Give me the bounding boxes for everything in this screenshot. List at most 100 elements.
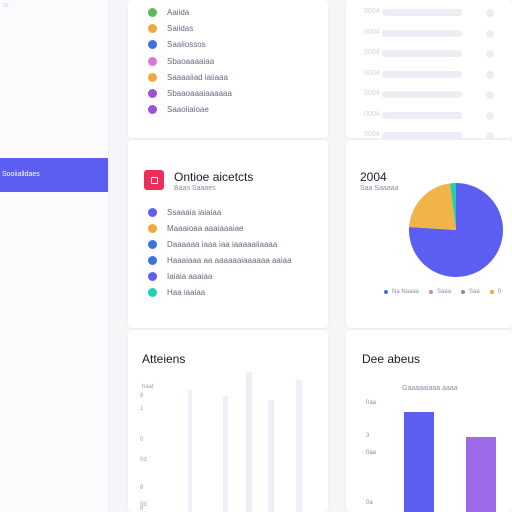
legend-label: Saaaaiiad iaiiaaa <box>167 72 228 82</box>
top-legend-item: Sbaoaaaaiaa <box>148 53 232 69</box>
bar-chart-card: Dee abeus Gaaaaaiaaa aaaa 0aa 3 0aa 0a <box>346 330 512 512</box>
legend-label: Ssaaaia iaiaiaa <box>167 207 222 217</box>
activity-tick: 8 <box>140 506 144 512</box>
ghost-bar <box>223 396 228 512</box>
category-card-subtitle: Baas Saaaes <box>174 185 216 192</box>
legend-dot <box>148 223 157 233</box>
legend-label: Haaaiaaa aa aaaaaaiaaaaaa aaiaa <box>167 255 292 265</box>
legend-dot <box>148 40 157 50</box>
legend-label: Haa iaaiaa <box>167 287 206 297</box>
mid-legend-item: Maaaioaa aaaiaaaiae <box>148 220 292 236</box>
faded-row-dot <box>486 132 494 140</box>
faded-row-bar <box>382 70 462 78</box>
activity-card-title: Atteiens <box>142 352 186 366</box>
pie-legend-dot <box>489 290 494 294</box>
faded-row-number: 0004 <box>364 110 380 118</box>
faded-row-number: 0004 <box>364 90 380 97</box>
pie-legend-label: Na Naaaa <box>392 289 420 295</box>
pie-slice <box>409 183 456 230</box>
faded-row-bar <box>382 91 462 98</box>
legend-label: Aaiida <box>167 7 190 17</box>
top-legend-item: Aaiida <box>148 4 232 20</box>
pie-legend-item: Na Naaaa <box>384 289 419 295</box>
faded-row-dot <box>486 9 494 17</box>
pie-chart <box>409 183 503 277</box>
legend-dot <box>148 72 157 82</box>
legend-dot <box>148 23 157 33</box>
legend-dot <box>148 105 157 115</box>
pie-legend-dot <box>429 290 434 294</box>
legend-label: Saaiiossos <box>167 40 206 50</box>
activity-tick: 8 <box>140 393 144 399</box>
bar <box>404 412 434 512</box>
top-legend-item: Saaaaiiad iaiiaaa <box>148 69 232 85</box>
faded-row-dot <box>486 50 494 58</box>
ghost-bar <box>296 380 302 512</box>
pie-legend-dot <box>461 290 466 294</box>
pie-legend: Na Naaaa Saaa Saa 0 <box>384 289 501 295</box>
legend-list-mid: Ssaaaia iaiaiaa Maaaioaa aaaiaaaiae Daaaaa… <box>148 204 292 300</box>
legend-dot <box>148 89 157 99</box>
ghost-bar <box>188 390 192 512</box>
mid-legend-item: Daaaaaa iaaa iaa iaaaaaiiaaaa <box>148 236 292 252</box>
pie-legend-item: 0 <box>489 289 502 295</box>
sidebar: ☺ Sooiialldaes <box>0 0 109 512</box>
legend-dot <box>148 287 157 297</box>
top-legend-item: Saiidas <box>148 20 232 36</box>
pie-legend-item: Saaa <box>429 289 451 295</box>
top-legend-item: Saaiiossos <box>148 37 232 53</box>
faded-row-bar <box>382 9 462 16</box>
legend-dot <box>148 271 157 281</box>
mid-legend-item: Haa iaaiaa <box>148 284 292 300</box>
bar-chart <box>404 412 496 512</box>
faded-row-number: 0004 <box>364 28 380 36</box>
activity-tick: 0d <box>140 457 147 463</box>
faded-row-dot <box>486 29 494 38</box>
activity-tick: 0 <box>140 437 144 443</box>
ghost-bar <box>268 400 274 512</box>
legend-dot <box>148 207 157 217</box>
pie-legend-label: Saa <box>469 289 480 295</box>
mid-legend-item: Ssaaaia iaiaiaa <box>148 204 292 220</box>
legend-label: Iaiaia aaaiaa <box>167 271 213 281</box>
pie-legend-dot <box>384 290 388 294</box>
pie-chart-card: 2004 Saa Saaaaa Na Naaaa Saaa Saa 0 <box>346 140 512 328</box>
legend-card-top: Aaiida Saiidas Saaiiossos Sbaoaaaaiaa Saaaai… <box>128 0 328 138</box>
ghost-bar <box>246 372 252 512</box>
activity-card: Atteiens baat 8 1 0 0d 8 0d 8 <box>128 330 328 512</box>
faded-row-number: 0004 <box>364 69 380 77</box>
mid-legend-item: Haaaiaaa aa aaaaaaiaaaaaa aaiaa <box>148 252 292 268</box>
pie-legend-item: Saa <box>461 289 480 295</box>
legend-label: Maaaioaa aaaiaaaiae <box>167 223 244 233</box>
legend-label: Saiidas <box>167 23 194 33</box>
faded-row-bar <box>382 29 462 37</box>
faded-row-number: 0004 <box>364 131 380 138</box>
legend-list-top: Aaiida Saiidas Saaiiossos Sbaoaaaaiaa Saaaai… <box>148 4 232 118</box>
legend-dot <box>148 239 157 249</box>
faded-list-card: 0004 0004 0004 0004 0004 0004 0004 <box>346 0 512 140</box>
mid-legend-item: Iaiaia aaaiaa <box>148 268 292 284</box>
faded-row-number: 0004 <box>364 49 380 56</box>
category-card: Ontioe aicetcts Baas Saaaes Ssaaaia iaia… <box>128 140 328 328</box>
faded-row-dot <box>486 111 494 120</box>
top-legend-item: Sbaaoaaaiaaaaaa <box>148 85 232 101</box>
faded-row-bar <box>382 132 462 139</box>
bar <box>466 437 496 512</box>
legend-label: Daaaaaa iaaa iaa iaaaaaiiaaaa <box>167 239 278 249</box>
legend-dot <box>148 7 157 17</box>
legend-label: Sbaoaaaaiaa <box>167 56 215 66</box>
top-legend-item: Saaoiiaioae <box>148 102 232 118</box>
activity-tick: 8 <box>140 485 144 491</box>
faded-row-number: 0004 <box>364 8 380 15</box>
legend-label: Sbaaoaaaiaaaaaa <box>167 89 232 99</box>
legend-dot <box>148 255 157 265</box>
legend-label: Saaoiiaioae <box>167 105 209 115</box>
sidebar-item-active[interactable]: Sooiialldaes <box>0 158 108 192</box>
category-card-title: Ontioe aicetcts <box>174 170 254 184</box>
pie-legend-label: 0 <box>497 289 502 295</box>
faded-row-dot <box>486 91 494 99</box>
app-badge-icon <box>144 170 164 190</box>
pie-legend-label: Saaa <box>437 289 452 295</box>
activity-tick: 1 <box>140 406 144 412</box>
faded-row-bar <box>382 111 462 119</box>
